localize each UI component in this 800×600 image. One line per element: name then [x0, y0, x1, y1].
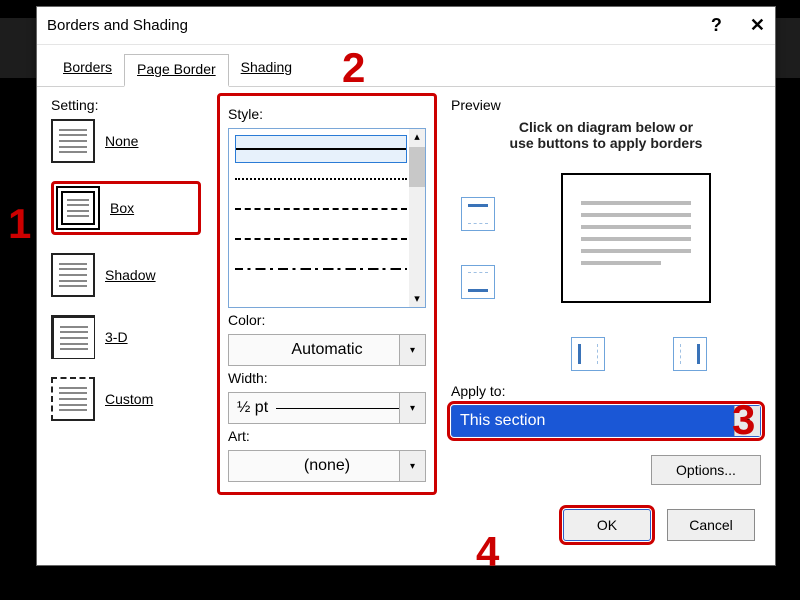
width-combo[interactable]: ½ pt ▾: [228, 392, 426, 424]
style-option[interactable]: [235, 165, 407, 193]
art-combo[interactable]: (none) ▾: [228, 450, 426, 482]
help-icon[interactable]: ?: [711, 15, 722, 36]
preview-column: Preview Click on diagram below oruse but…: [451, 93, 761, 495]
titlebar: Borders and Shading ? ✕: [37, 7, 775, 45]
dialog-title: Borders and Shading: [47, 17, 188, 34]
width-label: Width:: [228, 370, 426, 386]
setting-box-label: Box: [110, 200, 134, 216]
chevron-down-icon[interactable]: ▾: [399, 451, 425, 481]
preview-area: [451, 169, 761, 379]
setting-3d[interactable]: 3-D: [51, 315, 201, 359]
setting-box[interactable]: Box: [51, 181, 201, 235]
border-right-button[interactable]: [673, 337, 707, 371]
options-button[interactable]: Options...: [651, 455, 761, 485]
tab-shading[interactable]: Shading: [229, 53, 304, 86]
setting-shadow[interactable]: Shadow: [51, 253, 201, 297]
color-combo[interactable]: Automatic ▾: [228, 334, 426, 366]
preview-label: Preview: [451, 97, 761, 113]
border-top-button[interactable]: [461, 197, 495, 231]
cancel-button[interactable]: Cancel: [667, 509, 755, 541]
tabs: Borders Page Border Shading: [37, 45, 775, 87]
style-option[interactable]: [235, 135, 407, 163]
style-column: Style: ▴ ▾ Color: Automatic: [217, 93, 437, 495]
close-icon[interactable]: ✕: [750, 15, 765, 36]
style-option[interactable]: [235, 255, 407, 283]
style-label: Style:: [228, 106, 426, 122]
setting-label: Setting:: [51, 97, 201, 113]
border-bottom-button[interactable]: [461, 265, 495, 299]
chevron-down-icon[interactable]: ▾: [399, 393, 425, 423]
style-option[interactable]: [235, 225, 407, 253]
apply-to-value: This section: [460, 412, 545, 430]
annotation-1: 1: [8, 200, 31, 248]
setting-none[interactable]: None: [51, 119, 201, 163]
dialog-footer: OK Cancel: [37, 495, 775, 555]
setting-custom[interactable]: Custom: [51, 377, 201, 421]
ok-button[interactable]: OK: [563, 509, 651, 541]
borders-shading-dialog: Borders and Shading ? ✕ Borders Page Bor…: [36, 6, 776, 566]
scroll-down-icon[interactable]: ▾: [409, 291, 425, 307]
style-option[interactable]: [235, 195, 407, 223]
setting-custom-label: Custom: [105, 391, 153, 407]
preview-page: [561, 173, 711, 303]
scroll-up-icon[interactable]: ▴: [409, 129, 425, 145]
chevron-down-icon[interactable]: ▾: [399, 335, 425, 365]
setting-column: Setting: None Box Shadow 3-D Custom: [51, 93, 201, 495]
apply-to-combo[interactable]: This section ▾: [451, 405, 761, 437]
chevron-down-icon[interactable]: ▾: [734, 406, 760, 436]
border-left-button[interactable]: [571, 337, 605, 371]
setting-shadow-label: Shadow: [105, 267, 156, 283]
tab-borders[interactable]: Borders: [51, 53, 124, 86]
tab-page-border[interactable]: Page Border: [124, 54, 229, 87]
art-label: Art:: [228, 428, 426, 444]
width-value: ½ pt: [237, 399, 268, 417]
setting-3d-label: 3-D: [105, 329, 128, 345]
setting-none-label: None: [105, 133, 138, 149]
color-label: Color:: [228, 312, 426, 328]
art-value: (none): [304, 457, 350, 475]
scroll-thumb[interactable]: [409, 147, 425, 187]
preview-hint: Click on diagram below oruse buttons to …: [451, 119, 761, 151]
style-listbox[interactable]: ▴ ▾: [228, 128, 426, 308]
style-scrollbar[interactable]: ▴ ▾: [409, 129, 425, 307]
color-value: Automatic: [291, 341, 362, 359]
apply-to-label: Apply to:: [451, 383, 761, 399]
